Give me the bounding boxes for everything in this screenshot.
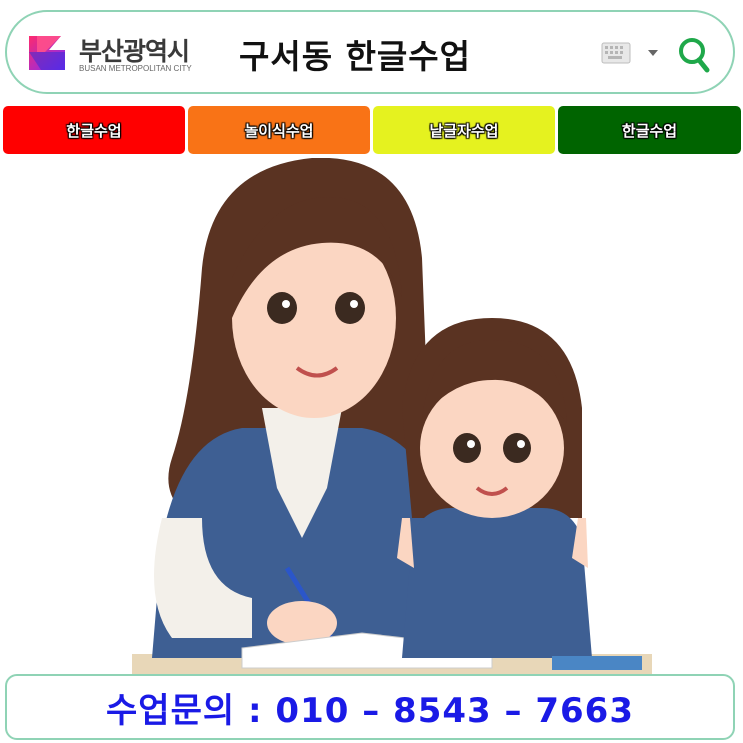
search-input[interactable]: 구서동 한글수업 bbox=[239, 30, 471, 78]
tab-play-class[interactable]: 놀이식수업 bbox=[188, 106, 370, 154]
tab-bar: 한글수업 놀이식수업 낱글자수업 한글수업 bbox=[3, 106, 741, 154]
chevron-down-icon[interactable] bbox=[647, 48, 659, 58]
busan-logo-icon bbox=[29, 36, 65, 70]
search-bar[interactable]: 부산광역시 BUSAN METROPOLITAN CITY 구서동 한글수업 bbox=[5, 10, 735, 94]
tab-hangul-class[interactable]: 한글수업 bbox=[3, 106, 185, 154]
logo-subtitle: BUSAN METROPOLITAN CITY bbox=[79, 64, 192, 73]
teacher-child-illustration bbox=[92, 158, 652, 674]
tab-hangul-class-2[interactable]: 한글수업 bbox=[558, 106, 741, 154]
busan-logo[interactable]: 부산광역시 BUSAN METROPOLITAN CITY bbox=[27, 30, 207, 78]
tab-letter-class[interactable]: 낱글자수업 bbox=[373, 106, 555, 154]
contact-box: 수업문의 : 010 – 8543 – 7663 bbox=[5, 674, 735, 740]
logo-name: 부산광역시 bbox=[79, 37, 190, 66]
search-icon[interactable] bbox=[677, 36, 711, 74]
contact-phone[interactable]: 수업문의 : 010 – 8543 – 7663 bbox=[106, 683, 634, 732]
keyboard-icon[interactable] bbox=[601, 42, 631, 64]
